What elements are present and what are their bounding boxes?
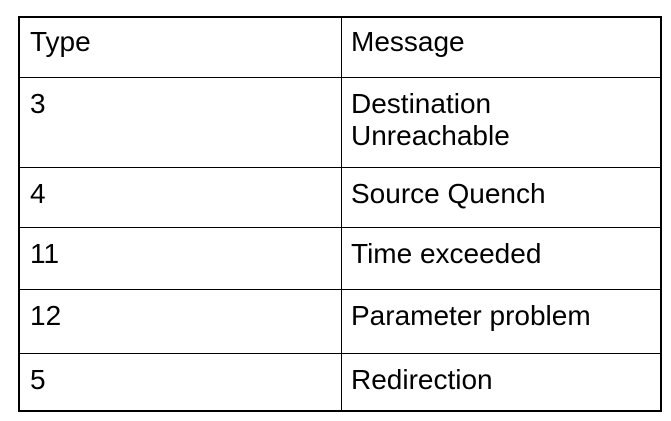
table-cell-message: Source Quench <box>342 168 660 228</box>
icmp-message-table: Type Message 3 Destination Unreachable 4… <box>18 16 662 412</box>
table-cell-type: 3 <box>20 78 342 168</box>
table-cell-message: Redirection <box>351 364 493 395</box>
column-header-message: Message <box>342 18 660 78</box>
table-cell-message: Time exceeded <box>342 228 660 290</box>
table-cell-message: Parameter problem <box>342 290 660 354</box>
table-cell-type: 12 <box>20 290 342 354</box>
table-cell-message: Destination Unreachable <box>342 78 660 168</box>
table-cell-type: 11 <box>20 228 342 290</box>
table-cell-type: 4 <box>20 168 342 228</box>
column-header-type: Type <box>20 18 342 78</box>
message-line: Destination <box>351 88 492 119</box>
message-line: Unreachable <box>351 120 510 151</box>
table-cell-type: 5 <box>20 354 342 410</box>
